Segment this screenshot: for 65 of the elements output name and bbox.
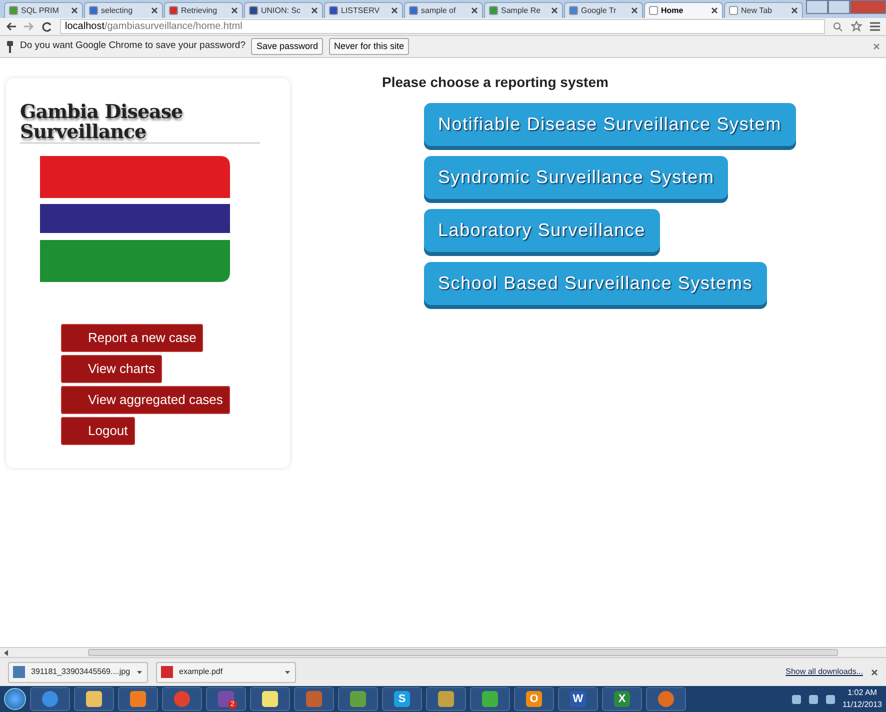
caret-icon[interactable] [284, 668, 291, 676]
close-icon[interactable] [471, 7, 478, 14]
reload-icon[interactable] [42, 22, 52, 32]
word-icon: W [570, 691, 586, 707]
browser-tab[interactable]: New Tab [724, 2, 803, 18]
close-icon[interactable] [871, 668, 878, 676]
browser-tab[interactable]: SQL PRIM [4, 2, 83, 18]
taskbar-app[interactable] [118, 687, 158, 711]
minimize-button[interactable] [806, 0, 828, 14]
file-name: example.pdf [179, 666, 223, 678]
close-icon[interactable] [151, 7, 158, 14]
volume-icon[interactable] [826, 694, 835, 704]
back-icon[interactable] [6, 22, 16, 31]
zoom-icon[interactable] [833, 22, 843, 32]
image-file-icon [13, 666, 25, 678]
start-button[interactable] [4, 688, 26, 710]
show-all-link[interactable]: Show all downloads... [786, 666, 863, 678]
browser-tab[interactable]: selecting [84, 2, 163, 18]
outlook-icon: O [526, 691, 542, 707]
menu-button[interactable]: View aggregated cases [61, 386, 230, 414]
taskbar-app[interactable] [338, 687, 378, 711]
taskbar-app[interactable] [426, 687, 466, 711]
infobar-button[interactable]: Save password [251, 38, 324, 55]
close-icon[interactable] [631, 7, 638, 14]
menu-icon[interactable] [870, 22, 880, 31]
browser-tab[interactable]: sample of [404, 2, 483, 18]
site-title: Gambia Disease Surveillance [20, 102, 260, 144]
pdf-icon [161, 666, 173, 678]
infobar-message: Do you want Google Chrome to save your password? [20, 39, 246, 54]
taskbar-app[interactable]: X [602, 687, 642, 711]
close-icon[interactable] [551, 7, 558, 14]
download-item[interactable]: example.pdf [156, 662, 296, 682]
scroll-left-icon[interactable] [4, 650, 8, 656]
taskbar-app[interactable]: W [558, 687, 598, 711]
close-icon[interactable] [391, 7, 398, 14]
skype-icon: S [394, 691, 410, 707]
browser-tab[interactable]: LISTSERV [324, 2, 403, 18]
menu-button[interactable]: Logout [61, 417, 135, 445]
address-field[interactable]: localhost/gambiasurveillance/home.html [60, 19, 825, 34]
taskbar-app[interactable] [470, 687, 510, 711]
close-icon[interactable] [231, 7, 238, 14]
close-icon[interactable] [791, 7, 798, 14]
menu-button[interactable]: Report a new case [61, 324, 204, 352]
maximize-button[interactable] [828, 0, 850, 14]
browser-tab[interactable]: Retrieving [164, 2, 243, 18]
caret-icon[interactable] [136, 668, 144, 676]
taskbar-app[interactable] [250, 687, 290, 711]
star-icon[interactable] [851, 21, 862, 32]
file-name: 391181_33903445569....jpg [31, 666, 130, 678]
menu-button[interactable]: View charts [61, 355, 162, 383]
browser-tab[interactable]: Home [644, 2, 723, 18]
close-icon[interactable] [711, 7, 718, 14]
clock-time: 1:02 AM [846, 687, 878, 699]
page-heading: Please choose a reporting system [382, 73, 610, 92]
excel-icon: X [614, 691, 630, 707]
browser-tab[interactable]: UNION: Sc [244, 2, 323, 18]
key-icon [6, 40, 14, 52]
browser-tab[interactable]: Google Tr [564, 2, 643, 18]
browser-tab[interactable]: Sample Re [484, 2, 563, 18]
download-item[interactable]: 391181_33903445569....jpg [8, 662, 148, 682]
close-icon[interactable] [71, 7, 78, 14]
clock-date: 11/12/2013 [842, 699, 882, 711]
infobar-button[interactable]: Never for this site [329, 38, 410, 55]
taskbar-app[interactable] [74, 687, 114, 711]
close-icon[interactable] [311, 7, 318, 14]
